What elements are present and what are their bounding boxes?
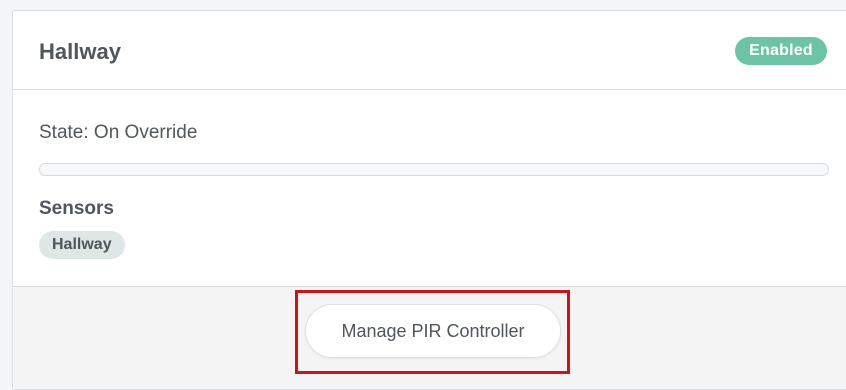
manage-pir-controller-button[interactable]: Manage PIR Controller (305, 304, 561, 358)
card-title: Hallway (39, 39, 121, 64)
card-header: Hallway (13, 11, 846, 90)
state-progress-bar (39, 163, 829, 176)
sensors-heading: Sensors (39, 198, 114, 219)
sensor-tag: Hallway (39, 231, 125, 259)
state-text: State: On Override (39, 122, 198, 143)
status-badge: Enabled (735, 37, 827, 65)
